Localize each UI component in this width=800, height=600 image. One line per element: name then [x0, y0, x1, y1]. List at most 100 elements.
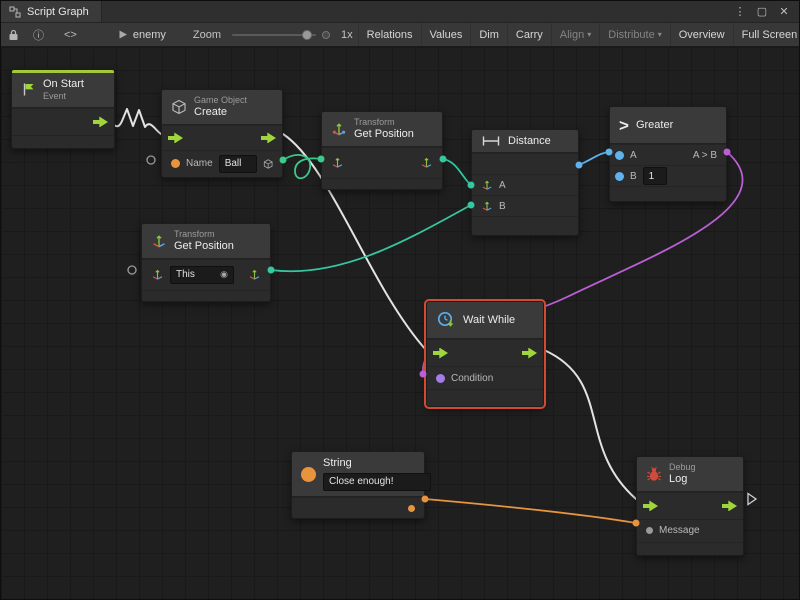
- graph-name-group: enemy: [118, 29, 166, 41]
- close-icon[interactable]: ✕: [775, 3, 793, 21]
- message-row: Message: [637, 519, 743, 542]
- string-value-field[interactable]: Close enough!: [323, 473, 431, 491]
- node-title: Greater: [636, 119, 673, 131]
- control-output-port[interactable]: [93, 116, 108, 127]
- chevron-down-icon: ▾: [587, 30, 591, 39]
- lock-icon[interactable]: [1, 23, 26, 46]
- node-get-position-enemy[interactable]: Transform Get Position: [321, 111, 443, 190]
- string-input-port[interactable]: [171, 159, 180, 168]
- input-a-label: A: [499, 180, 506, 191]
- align-button[interactable]: Align▾: [551, 23, 599, 46]
- control-input-port[interactable]: [168, 132, 183, 143]
- input-b-row: B: [472, 195, 578, 216]
- port-row: [12, 108, 114, 135]
- vector3-output-port[interactable]: [420, 156, 433, 169]
- node-footer: [142, 290, 270, 301]
- node-title: Get Position: [174, 240, 234, 253]
- control-input-port[interactable]: [643, 500, 658, 511]
- node-footer: [322, 178, 442, 189]
- full-screen-button[interactable]: Full Screen: [733, 23, 800, 46]
- script-graph-icon: [9, 6, 21, 18]
- node-header: Wait While: [427, 302, 543, 339]
- control-output-port[interactable]: [722, 500, 737, 511]
- node-header: Transform Get Position: [142, 224, 270, 259]
- game-object-output-port[interactable]: [263, 158, 273, 170]
- node-title: Log: [669, 473, 696, 486]
- flag-icon: [21, 82, 36, 97]
- carry-button[interactable]: Carry: [507, 23, 551, 46]
- node-game-object-create[interactable]: Game Object Create Name Ball: [161, 89, 283, 178]
- graph-unit-icon: [118, 29, 129, 40]
- ruler-icon: [481, 135, 501, 147]
- node-distance[interactable]: Distance A B: [471, 129, 579, 236]
- transform-input-port[interactable]: [151, 268, 164, 281]
- vector3-input-port[interactable]: [481, 179, 493, 191]
- toolbar-buttons: Relations Values Dim Carry Align▾ Distri…: [358, 23, 800, 46]
- control-output-port[interactable]: [261, 132, 276, 143]
- node-footer: [427, 389, 543, 406]
- transform-input-port[interactable]: [331, 156, 344, 169]
- node-footer: [637, 542, 743, 555]
- vector3-output-port[interactable]: [248, 268, 261, 281]
- code-icon[interactable]: <>: [57, 23, 84, 46]
- name-field[interactable]: Ball: [219, 155, 257, 173]
- control-input-port[interactable]: [433, 348, 448, 359]
- port-row: [322, 147, 442, 178]
- input-a-label: A: [630, 150, 637, 161]
- condition-row: Condition: [427, 366, 543, 389]
- port-row: [162, 125, 282, 150]
- node-header: Distance: [472, 130, 578, 153]
- script-graph-window: Script Graph ⋮ ▢ ✕ ⓘ <> enemy Zoom 1x: [0, 0, 800, 600]
- message-input-port[interactable]: [646, 527, 653, 534]
- node-on-start-event[interactable]: On Start Event: [11, 69, 115, 149]
- target-field[interactable]: This ◉: [170, 266, 234, 284]
- object-picker-icon[interactable]: ◉: [220, 269, 228, 280]
- input-a-row: A: [472, 174, 578, 195]
- node-subtitle: Event: [43, 91, 84, 102]
- zoom-slider-handle[interactable]: [302, 30, 312, 40]
- node-get-position-self[interactable]: Transform Get Position This ◉: [141, 223, 271, 302]
- overview-button[interactable]: Overview: [670, 23, 733, 46]
- distribute-button[interactable]: Distribute▾: [599, 23, 669, 46]
- node-wait-while[interactable]: Wait While Condition: [426, 301, 544, 407]
- output-label: A > B: [693, 150, 717, 161]
- transform-icon: [331, 121, 347, 137]
- relations-button[interactable]: Relations: [358, 23, 421, 46]
- node-greater[interactable]: > Greater A A > B B 1: [609, 106, 727, 202]
- control-output-port[interactable]: [522, 348, 537, 359]
- node-category: Debug: [669, 462, 696, 473]
- port-row: [427, 339, 543, 366]
- graph-toolbar: ⓘ <> enemy Zoom 1x Relations Values Dim …: [1, 23, 799, 47]
- node-header: String Close enough!: [292, 452, 424, 497]
- node-debug-log[interactable]: Debug Log Message: [636, 456, 744, 556]
- input-b-row: B 1: [610, 165, 726, 186]
- cube-icon: [171, 99, 187, 115]
- bug-icon: [646, 466, 662, 482]
- node-category: Game Object: [194, 95, 247, 106]
- b-value-field[interactable]: 1: [643, 167, 667, 185]
- vector3-input-port[interactable]: [481, 200, 493, 212]
- zoom-reset-icon[interactable]: [322, 31, 330, 39]
- number-input-port[interactable]: [615, 172, 624, 181]
- boolean-input-port[interactable]: [436, 374, 445, 383]
- node-category: Transform: [174, 229, 234, 240]
- dim-button[interactable]: Dim: [470, 23, 507, 46]
- name-label: Name: [186, 158, 213, 169]
- number-input-port[interactable]: [615, 151, 624, 160]
- title-bar: Script Graph ⋮ ▢ ✕: [1, 1, 799, 23]
- input-a-row: A A > B: [610, 144, 726, 165]
- menu-icon[interactable]: ⋮: [731, 3, 749, 21]
- node-header: Transform Get Position: [322, 112, 442, 147]
- zoom-value: 1x: [336, 29, 358, 41]
- node-header: > Greater: [610, 107, 726, 144]
- zoom-slider[interactable]: [232, 29, 316, 41]
- maximize-icon[interactable]: ▢: [753, 3, 771, 21]
- window-title: Script Graph: [27, 6, 89, 18]
- info-icon[interactable]: ⓘ: [26, 23, 51, 46]
- node-title: Create: [194, 106, 247, 119]
- string-output-port[interactable]: [408, 505, 415, 512]
- node-string[interactable]: String Close enough!: [291, 451, 425, 519]
- values-button[interactable]: Values: [421, 23, 471, 46]
- tab-script-graph[interactable]: Script Graph: [1, 1, 102, 22]
- graph-name-label: enemy: [133, 29, 166, 41]
